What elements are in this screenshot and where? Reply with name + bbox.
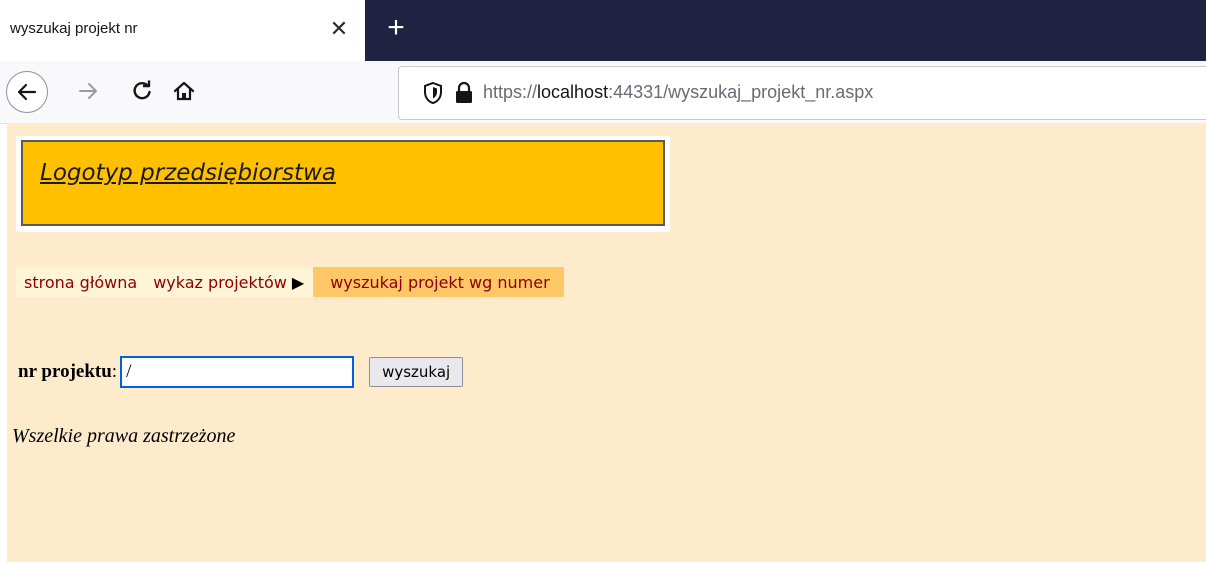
forward-button[interactable]	[72, 75, 104, 107]
url-host: localhost	[537, 82, 609, 102]
tab-title: wyszukaj projekt nr	[10, 20, 138, 37]
breadcrumb-current: wyszukaj projekt wg numer	[313, 267, 564, 297]
breadcrumb: strona główna wykaz projektów ▶ wyszukaj…	[16, 267, 564, 297]
search-label: nr projektu:	[18, 361, 118, 382]
breadcrumb-home-link[interactable]: strona główna	[16, 267, 146, 297]
breadcrumb-project-list-link[interactable]: wykaz projektów	[145, 267, 289, 297]
logo-container: Logotyp przedsiębiorstwa	[16, 136, 670, 232]
back-arrow-icon	[17, 83, 37, 101]
logo-link[interactable]: Logotyp przedsiębiorstwa	[40, 160, 336, 186]
tab-bar: wyszukaj projekt nr ✕ +	[0, 0, 1206, 61]
tab-close-icon[interactable]: ✕	[327, 17, 351, 41]
url-path: :44331/wyszukaj_projekt_nr.aspx	[608, 82, 874, 102]
search-button[interactable]: wyszukaj	[369, 357, 464, 387]
forward-arrow-icon	[79, 83, 97, 99]
footer-copyright: Wszelkie prawa zastrzeżone	[12, 425, 236, 447]
logo-box: Logotyp przedsiębiorstwa	[21, 140, 665, 226]
nav-bar: https://localhost:44331/wyszukaj_projekt…	[0, 61, 1206, 124]
url-bar[interactable]: https://localhost:44331/wyszukaj_projekt…	[398, 66, 1206, 120]
tab-active[interactable]: wyszukaj projekt nr ✕	[0, 0, 365, 61]
home-button[interactable]	[168, 75, 200, 107]
breadcrumb-arrow-icon: ▶	[288, 267, 314, 297]
url-text[interactable]: https://localhost:44331/wyszukaj_projekt…	[483, 82, 873, 103]
reload-button[interactable]	[126, 75, 158, 107]
search-form: nr projektu: wyszukaj	[18, 355, 464, 389]
shield-icon[interactable]	[423, 81, 443, 105]
page-content: Logotyp przedsiębiorstwa strona główna w…	[7, 123, 1206, 562]
lock-icon[interactable]	[454, 81, 474, 105]
reload-icon	[133, 80, 151, 100]
home-icon	[173, 81, 195, 101]
url-scheme: https://	[483, 82, 538, 102]
project-number-input[interactable]	[120, 356, 355, 388]
new-tab-button[interactable]: +	[382, 13, 410, 43]
back-button[interactable]	[6, 71, 48, 113]
